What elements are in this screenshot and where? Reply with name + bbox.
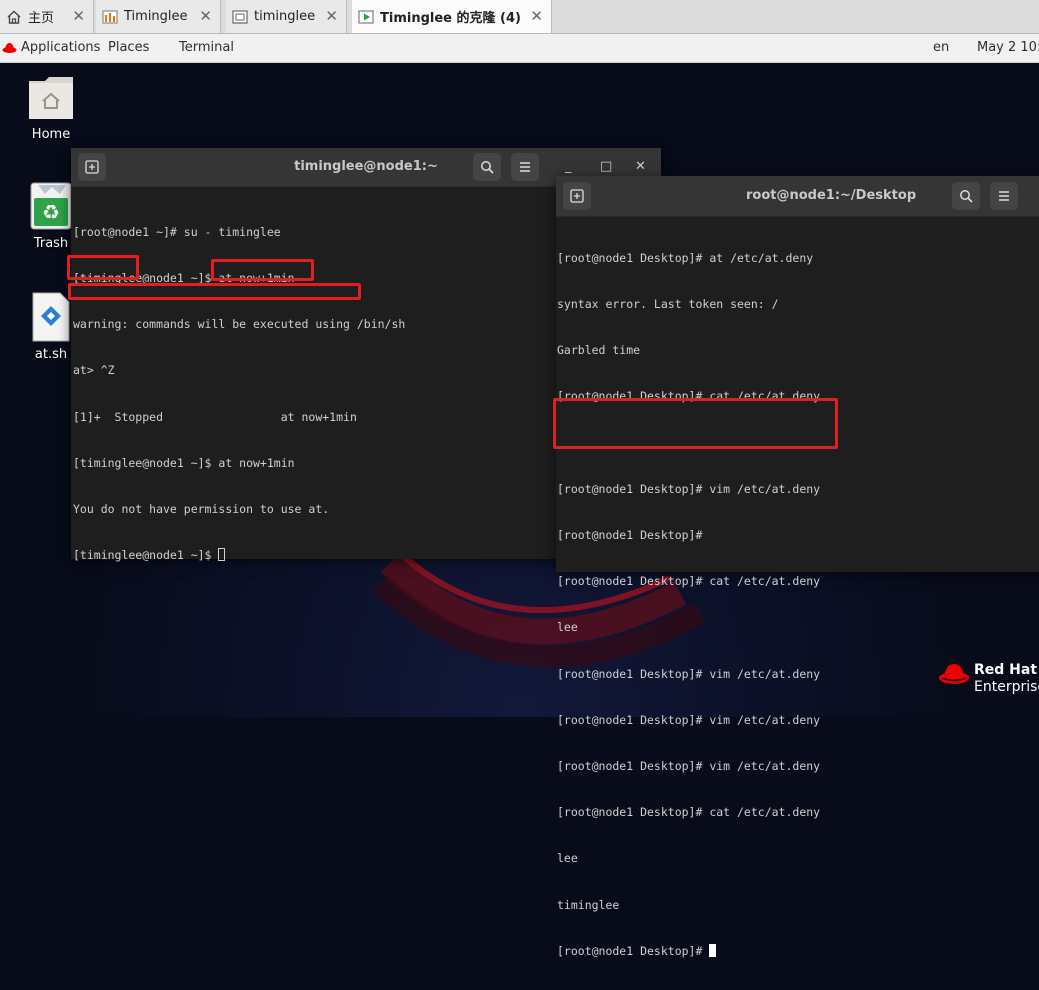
terminal-line: [timinglee@node1 ~]$ at now+1min (73, 455, 295, 470)
close-icon[interactable]: ✕ (72, 7, 85, 25)
terminal-line: [root@node1 Desktop]# vim /etc/at.deny (557, 712, 821, 727)
home-folder-icon (29, 77, 73, 119)
terminal-output[interactable]: [root@node1 Desktop]# at /etc/at.deny sy… (557, 220, 820, 990)
svg-text:♻: ♻ (42, 200, 60, 224)
terminal-line: timinglee (557, 897, 620, 912)
terminal-line: [root@node1 Desktop]# (557, 528, 703, 543)
terminal-line: [root@node1 Desktop]# cat /etc/at.deny (557, 805, 821, 820)
menu-button[interactable] (990, 182, 1018, 210)
search-icon (960, 190, 973, 203)
tab-timinglee-vm[interactable]: Timinglee ✕ (96, 0, 221, 33)
annotation-highlight-box (211, 259, 314, 281)
close-icon[interactable]: ✕ (530, 7, 543, 25)
terminal-line: Garbled time (557, 343, 641, 358)
terminal-prompt-line: [timinglee@node1 ~]$ (73, 548, 405, 563)
desktop-icon-home[interactable]: Home (11, 71, 91, 151)
terminal-line: [root@node1 Desktop]# vim /etc/at.deny (557, 759, 821, 774)
annotation-highlight-box (67, 255, 139, 280)
terminal-line: [root@node1 Desktop]# cat /etc/at.deny (557, 574, 821, 589)
new-tab-icon (570, 189, 584, 203)
applications-menu[interactable]: Applications (21, 40, 100, 55)
tab-timinglee-clone-active[interactable]: Timinglee 的克隆 (4) ✕ (352, 0, 552, 33)
redhat-hat-icon (939, 664, 969, 684)
tab-label: Timinglee 的克隆 (4) (380, 11, 521, 26)
terminal-window-root[interactable]: root@node1:~/Desktop [root@node1 Desktop… (553, 176, 1039, 958)
terminal-cursor (709, 943, 717, 957)
vm-tab-strip: 主页 ✕ Timinglee ✕ timinglee ✕ Timinglee 的… (0, 0, 1039, 34)
terminal-line: You do not have permission to use at. (73, 502, 330, 517)
new-tab-button[interactable] (563, 182, 591, 210)
terminal-line: [root@node1 ~]# su - timinglee (73, 224, 281, 239)
vm-running-icon (102, 10, 118, 23)
close-button[interactable]: ✕ (635, 159, 646, 174)
tab-home[interactable]: 主页 ✕ (0, 0, 94, 33)
home-icon (7, 10, 21, 24)
tab-label: 主页 (28, 11, 55, 26)
input-language-indicator[interactable]: en (933, 40, 949, 55)
search-button[interactable] (473, 153, 501, 181)
terminal-title: timinglee@node1:~ (294, 159, 438, 174)
tab-label: timinglee (254, 9, 316, 24)
script-file-icon (32, 292, 70, 342)
annotation-highlight-box (68, 283, 361, 300)
vm-window-icon (232, 9, 248, 24)
menu-button[interactable] (511, 153, 539, 181)
terminal-line: at> ^Z (73, 363, 115, 378)
gnome-top-bar: Applications Places Terminal en May 2 10… (0, 34, 1039, 63)
tab-label: Timinglee (124, 9, 188, 24)
terminal-prompt: [root@node1 Desktop]# (557, 943, 710, 958)
maximize-button[interactable]: □ (600, 159, 612, 174)
terminal-cursor (218, 548, 226, 562)
vm-play-icon (358, 10, 374, 23)
terminal-app-menu[interactable]: Terminal (179, 40, 234, 55)
tab-timinglee-window[interactable]: timinglee ✕ (226, 0, 347, 33)
terminal-line: warning: commands will be executed using… (73, 317, 406, 332)
close-icon[interactable]: ✕ (199, 7, 212, 25)
terminal-line: [1]+ Stopped at now+1min (73, 409, 357, 424)
trash-icon: ♻ (30, 182, 72, 230)
terminal-line: lee (557, 620, 578, 635)
annotation-highlight-box (553, 398, 838, 449)
terminal-line: [root@node1 Desktop]# at /etc/at.deny (557, 250, 814, 265)
terminal-line: [root@node1 Desktop]# vim /etc/at.deny (557, 481, 821, 496)
redhat-brand-line1: Red Hat (974, 662, 1038, 678)
terminal-prompt: [timinglee@node1 ~]$ (73, 548, 219, 563)
minimize-button[interactable]: _ (565, 159, 572, 174)
redhat-brand-line2: Enterprise (974, 679, 1039, 695)
close-icon[interactable]: ✕ (325, 7, 338, 25)
terminal-header-bar[interactable]: root@node1:~/Desktop (556, 176, 1039, 217)
redhat-logo: Red Hat Enterprise (938, 658, 1039, 703)
hamburger-menu-icon (520, 162, 530, 172)
redhat-hat-icon (2, 43, 17, 53)
terminal-prompt-line: [root@node1 Desktop]# (557, 943, 820, 959)
terminal-title: root@node1:~/Desktop (746, 188, 917, 203)
terminal-line: lee (557, 851, 578, 866)
search-button[interactable] (952, 182, 980, 210)
places-menu[interactable]: Places (108, 40, 149, 55)
search-icon (481, 161, 494, 174)
terminal-line: [root@node1 Desktop]# vim /etc/at.deny (557, 666, 821, 681)
terminal-line: syntax error. Last token seen: / (557, 297, 779, 312)
hamburger-menu-icon (999, 191, 1009, 201)
desktop-icon-label: Home (31, 127, 71, 142)
clock[interactable]: May 2 10: (977, 40, 1039, 55)
